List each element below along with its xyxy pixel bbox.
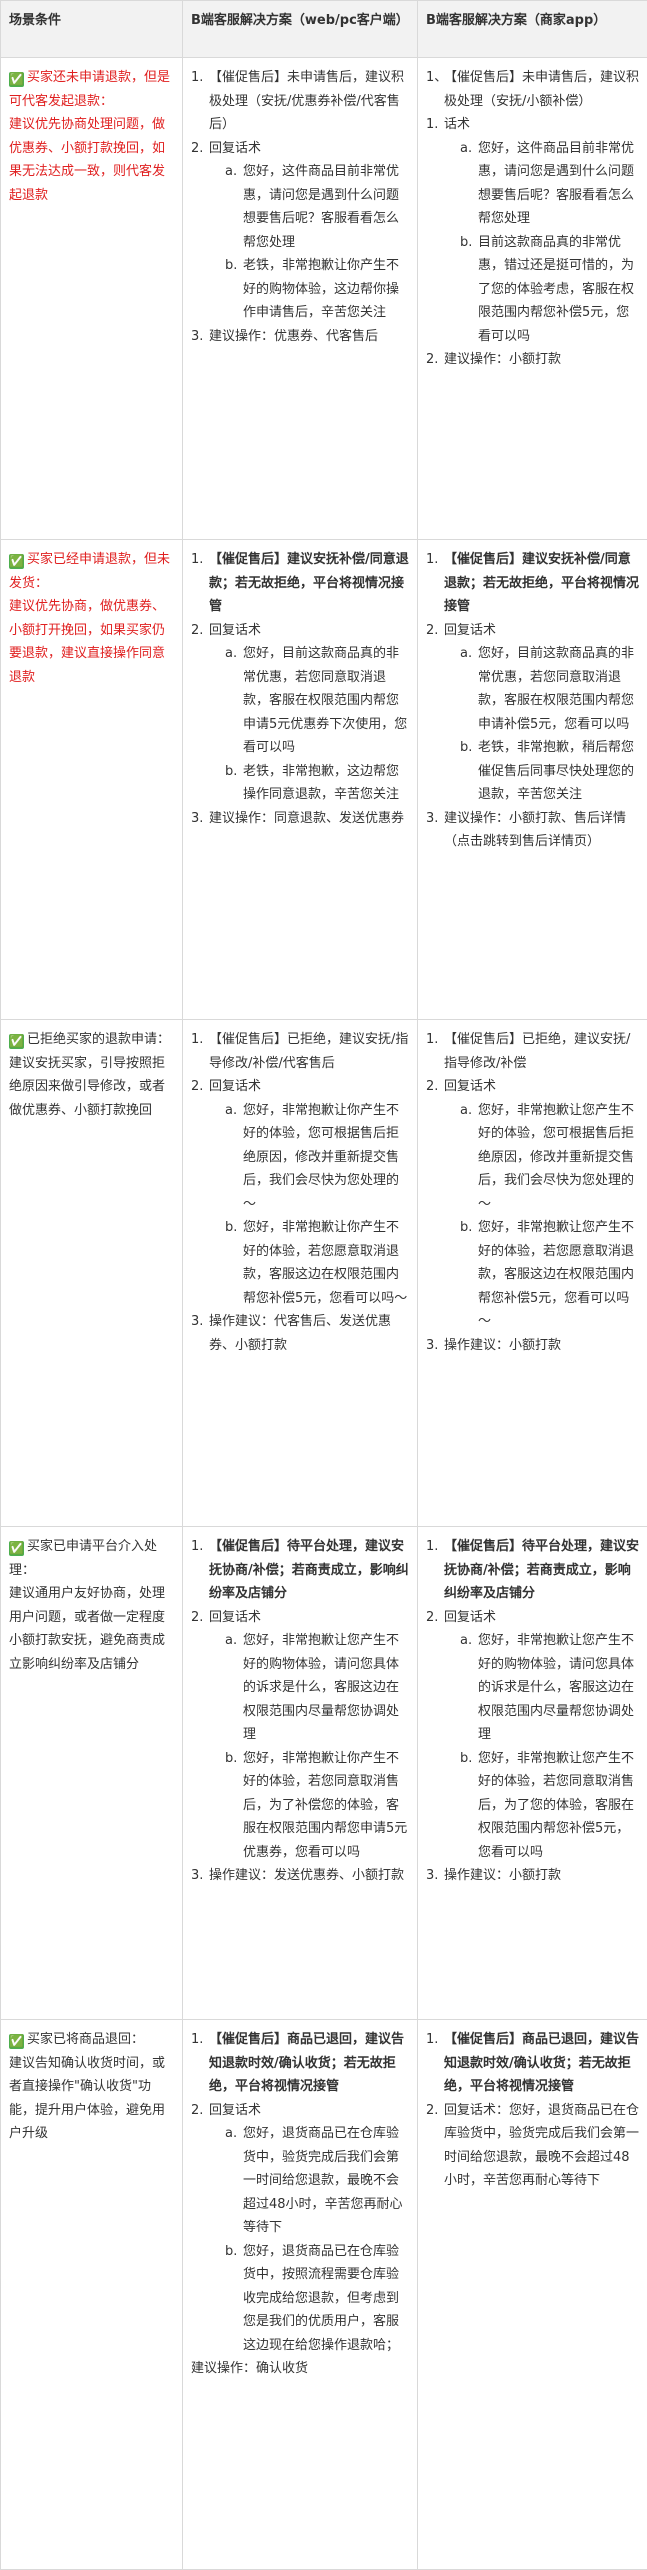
list-item: 1.【催促售后】待平台处理，建议安抚协商/补偿；若商责成立，影响纠纷率及店铺分 xyxy=(209,1535,411,1606)
header-app-solution: B端客服解决方案（商家app） xyxy=(418,1,647,58)
app-solution-cell: 1、【催促售后】未申请售后，建议积极处理（安抚/小额补偿） 1.话术 a.您好，… xyxy=(418,58,647,540)
list-item: a.您好，非常抱歉让您产生不好的体验，您可根据售后拒绝原因，修改并重新提交售后，… xyxy=(478,1099,641,1217)
list-item: 1.话术 a.您好，这件商品目前非常优惠，请问您是遇到什么问题想要售后呢？客服看… xyxy=(444,113,641,348)
check-icon: ✅ xyxy=(9,1541,24,1556)
scenario-title: 买家已经申请退款，但未发货： xyxy=(9,552,170,591)
list-item: a.您好，非常抱歉让您产生不好的购物体验，请问您具体的诉求是什么，客服这边在权限… xyxy=(478,1629,641,1747)
scenario-cell: ✅买家还未申请退款，但是可代客发起退款： 建议优先协商处理问题，做优惠券、小额打… xyxy=(1,58,183,540)
list-item: a.您好，目前这款商品真的非常优惠，若您同意取消退款，客服在权限范围内帮您申请5… xyxy=(243,642,411,760)
app-solution-cell: 1.【催促售后】已拒绝，建议安抚/指导修改/补偿 2.回复话术 a.您好，非常抱… xyxy=(418,1020,647,1527)
web-solution-cell: 1.【催促售后】待平台处理，建议安抚协商/补偿；若商责成立，影响纠纷率及店铺分 … xyxy=(183,1527,418,2020)
scenario-description: 建议安抚买家，引导按照拒绝原因来做引导修改，或者做优惠券、小额打款挽回 xyxy=(9,1052,176,1123)
app-solution-cell: 1.【催促售后】商品已退回，建议告知退款时效/确认收货；若无故拒绝，平台将视情况… xyxy=(418,2020,647,2570)
scenario-description: 建议优先协商，做优惠券、小额打开挽回，如果买家仍要退款，建议直接操作同意退款 xyxy=(9,595,176,689)
header-web-solution: B端客服解决方案（web/pc客户端） xyxy=(183,1,418,58)
web-solution-cell: 1.【催促售后】未申请售后，建议积极处理（安抚/优惠券补偿/代客售后） 2.回复… xyxy=(183,58,418,540)
scenario-cell: ✅买家已经申请退款，但未发货： 建议优先协商，做优惠券、小额打开挽回，如果买家仍… xyxy=(1,540,183,1020)
check-icon: ✅ xyxy=(9,72,24,87)
check-icon: ✅ xyxy=(9,1034,24,1049)
list-item: 2.回复话术 a.您好，非常抱歉让你产生不好的体验，您可根据售后拒绝原因，修改并… xyxy=(209,1075,411,1310)
list-item: b.老铁，非常抱歉，稍后帮您催促售后同事尽快处理您的退款，辛苦您关注 xyxy=(478,736,641,807)
list-item: 2.回复话术 a.您好，退货商品已在仓库验货中，验货完成后我们会第一时间给您退款… xyxy=(209,2099,411,2358)
app-solution-cell: 1.【催促售后】待平台处理，建议安抚协商/补偿；若商责成立，影响纠纷率及店铺分 … xyxy=(418,1527,647,2020)
table-row: ✅买家已将商品退回： 建议告知确认收货时间，或者直接操作"确认收货"功能，提升用… xyxy=(1,2020,647,2570)
list-item: b.老铁，非常抱歉，这边帮您操作同意退款，辛苦您关注 xyxy=(243,760,411,807)
list-item: b.您好，非常抱歉让您产生不好的体验，若您愿意取消退款，客服这边在权限范围内帮您… xyxy=(478,1216,641,1334)
web-solution-cell: 1.【催促售后】商品已退回，建议告知退款时效/确认收货；若无故拒绝，平台将视情况… xyxy=(183,2020,418,2570)
scenario-description: 建议告知确认收货时间，或者直接操作"确认收货"功能，提升用户体验，避免用户升级 xyxy=(9,2052,176,2146)
list-item: 3.建议操作：同意退款、发送优惠券 xyxy=(209,807,411,831)
list-item: 2.回复话术 a.您好，目前这款商品真的非常优惠，若您同意取消退款，客服在权限范… xyxy=(444,619,641,807)
list-item: 3.建议操作：优惠券、代客售后 xyxy=(209,325,411,349)
scenario-cell: ✅买家已申请平台介入处理： 建议通用户友好协商，处理用户问题，或者做一定程度小额… xyxy=(1,1527,183,2020)
list-item: 2.回复话术 a.您好，非常抱歉让您产生不好的体验，您可根据售后拒绝原因，修改并… xyxy=(444,1075,641,1334)
solution-table: 场景条件 B端客服解决方案（web/pc客户端） B端客服解决方案（商家app）… xyxy=(0,0,647,2570)
scenario-title: 已拒绝买家的退款申请： xyxy=(27,1032,170,1047)
list-item: a.您好，非常抱歉让您产生不好的购物体验，请问您具体的诉求是什么，客服这边在权限… xyxy=(243,1629,411,1747)
list-item: 1、【催促售后】未申请售后，建议积极处理（安抚/小额补偿） xyxy=(444,66,641,113)
app-solution-cell: 1.【催促售后】建议安抚补偿/同意退款；若无故拒绝，平台将视情况接管 2.回复话… xyxy=(418,540,647,1020)
list-item: 3.操作建议：发送优惠券、小额打款 xyxy=(209,1864,411,1888)
list-item: 1.【催促售后】已拒绝，建议安抚/指导修改/补偿/代客售后 xyxy=(209,1028,411,1075)
list-item: 1.【催促售后】建议安抚补偿/同意退款；若无故拒绝，平台将视情况接管 xyxy=(444,548,641,619)
check-icon: ✅ xyxy=(9,554,24,569)
list-item: 1.【催促售后】待平台处理，建议安抚协商/补偿；若商责成立，影响纠纷率及店铺分 xyxy=(444,1535,641,1606)
list-item: 1.【催促售后】建议安抚补偿/同意退款；若无故拒绝，平台将视情况接管 xyxy=(209,548,411,619)
list-item: 1.【催促售后】商品已退回，建议告知退款时效/确认收货；若无故拒绝，平台将视情况… xyxy=(209,2028,411,2099)
table-row: ✅买家已经申请退款，但未发货： 建议优先协商，做优惠券、小额打开挽回，如果买家仍… xyxy=(1,540,647,1020)
scenario-title: 买家已将商品退回： xyxy=(27,2032,144,2047)
list-item: 3.操作建议：小额打款 xyxy=(444,1334,641,1358)
list-item: 2.建议操作：小额打款 xyxy=(444,348,641,372)
list-item: 2.回复话术 a.您好，非常抱歉让您产生不好的购物体验，请问您具体的诉求是什么，… xyxy=(444,1606,641,1865)
operation-suggestion: 建议操作：确认收货 xyxy=(191,2357,411,2381)
list-item: a.您好，这件商品目前非常优惠，请问您是遇到什么问题想要售后呢？客服看看怎么帮您… xyxy=(243,160,411,254)
list-item: a.您好，非常抱歉让你产生不好的体验，您可根据售后拒绝原因，修改并重新提交售后，… xyxy=(243,1099,411,1217)
table-row: ✅已拒绝买家的退款申请： 建议安抚买家，引导按照拒绝原因来做引导修改，或者做优惠… xyxy=(1,1020,647,1527)
list-item: 2.回复话术 a.您好，这件商品目前非常优惠，请问您是遇到什么问题想要售后呢？客… xyxy=(209,137,411,325)
list-item: 1.【催促售后】已拒绝，建议安抚/指导修改/补偿 xyxy=(444,1028,641,1075)
list-item: b.您好，非常抱歉让你产生不好的体验，若您同意取消售后，为了补偿您的体验，客服在… xyxy=(243,1747,411,1865)
table-row: ✅买家还未申请退款，但是可代客发起退款： 建议优先协商处理问题，做优惠券、小额打… xyxy=(1,58,647,540)
list-item: b.老铁，非常抱歉让你产生不好的购物体验，这边帮你操作申请售后，辛苦您关注 xyxy=(243,254,411,325)
header-scenario: 场景条件 xyxy=(1,1,183,58)
list-item: 1.【催促售后】商品已退回，建议告知退款时效/确认收货；若无故拒绝，平台将视情况… xyxy=(444,2028,641,2099)
list-item: 3.建议操作：小额打款、售后详情（点击跳转到售后详情页） xyxy=(444,807,641,854)
list-item: 3.操作建议：代客售后、发送优惠券、小额打款 xyxy=(209,1310,411,1357)
list-item: 2.回复话术：您好，退货商品已在仓库验货中，验货完成后我们会第一时间给您退款，最… xyxy=(444,2099,641,2193)
list-item: 2.回复话术 a.您好，目前这款商品真的非常优惠，若您同意取消退款，客服在权限范… xyxy=(209,619,411,807)
list-item: b.您好，退货商品已在仓库验货中，按照流程需要仓库验收完成给您退款，但考虑到您是… xyxy=(243,2240,411,2358)
scenario-description: 建议通用户友好协商，处理用户问题，或者做一定程度小额打款安抚，避免商责成立影响纠… xyxy=(9,1582,176,1676)
web-solution-cell: 1.【催促售后】建议安抚补偿/同意退款；若无故拒绝，平台将视情况接管 2.回复话… xyxy=(183,540,418,1020)
scenario-description: 建议优先协商处理问题，做优惠券、小额打款挽回，如果无法达成一致，则代客发起退款 xyxy=(9,113,176,207)
table-header-row: 场景条件 B端客服解决方案（web/pc客户端） B端客服解决方案（商家app） xyxy=(1,1,647,58)
list-item: b.目前这款商品真的非常优惠，错过还是挺可惜的，为了您的体验考虑，客服在权限范围… xyxy=(478,231,641,349)
list-item: b.您好，非常抱歉让您产生不好的体验，若您同意取消售后，为了您的体验，客服在权限… xyxy=(478,1747,641,1865)
list-item: a.您好，目前这款商品真的非常优惠，若您同意取消退款，客服在权限范围内帮您申请补… xyxy=(478,642,641,736)
check-icon: ✅ xyxy=(9,2034,24,2049)
scenario-cell: ✅买家已将商品退回： 建议告知确认收货时间，或者直接操作"确认收货"功能，提升用… xyxy=(1,2020,183,2570)
list-item: 3.操作建议：小额打款 xyxy=(444,1864,641,1888)
scenario-title: 买家还未申请退款，但是可代客发起退款： xyxy=(9,70,170,109)
web-solution-cell: 1.【催促售后】已拒绝，建议安抚/指导修改/补偿/代客售后 2.回复话术 a.您… xyxy=(183,1020,418,1527)
list-item: b.您好，非常抱歉让你产生不好的体验，若您愿意取消退款，客服这边在权限范围内帮您… xyxy=(243,1216,411,1310)
list-item: 2.回复话术 a.您好，非常抱歉让您产生不好的购物体验，请问您具体的诉求是什么，… xyxy=(209,1606,411,1865)
list-item: a.您好，这件商品目前非常优惠，请问您是遇到什么问题想要售后呢？客服看看怎么帮您… xyxy=(478,137,641,231)
scenario-title: 买家已申请平台介入处理： xyxy=(9,1539,157,1578)
table-row: ✅买家已申请平台介入处理： 建议通用户友好协商，处理用户问题，或者做一定程度小额… xyxy=(1,1527,647,2020)
scenario-cell: ✅已拒绝买家的退款申请： 建议安抚买家，引导按照拒绝原因来做引导修改，或者做优惠… xyxy=(1,1020,183,1527)
list-item: a.您好，退货商品已在仓库验货中，验货完成后我们会第一时间给您退款，最晚不会超过… xyxy=(243,2122,411,2240)
list-item: 1.【催促售后】未申请售后，建议积极处理（安抚/优惠券补偿/代客售后） xyxy=(209,66,411,137)
